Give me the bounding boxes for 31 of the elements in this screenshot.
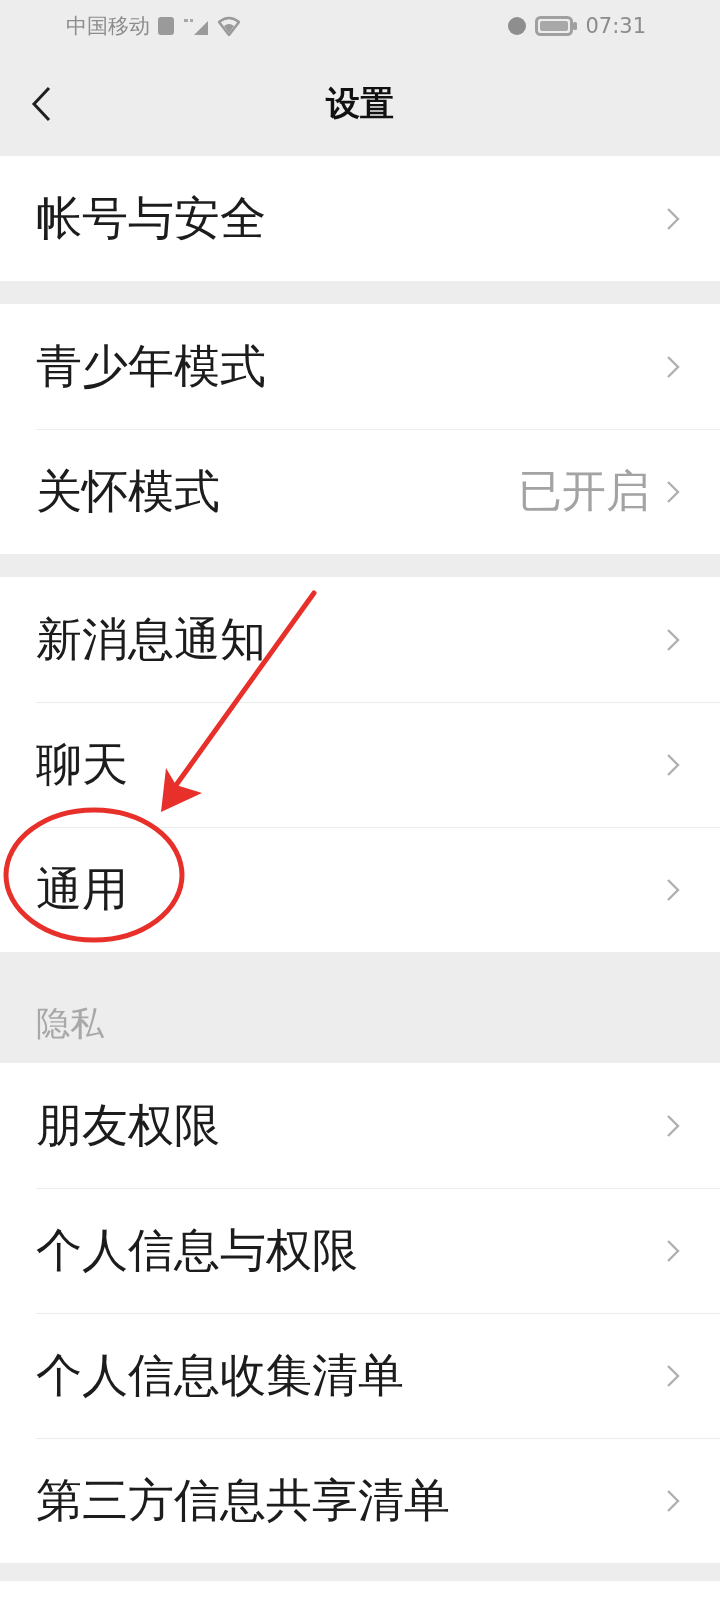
page-title: 设置 (324, 82, 395, 125)
status-dot-icon (507, 16, 528, 36)
carrier-name: 中国移动 (66, 15, 150, 37)
settings-item[interactable]: 个人信息与权限 (0, 1188, 720, 1313)
section-header: 隐私 (35, 1002, 105, 1045)
chevron-icon (666, 627, 680, 652)
settings-item[interactable]: 聊天 (0, 702, 720, 827)
chevron-icon (666, 1113, 680, 1138)
settings-item[interactable]: 关怀模式 已开启 (0, 429, 720, 554)
settings-item[interactable]: 通用 (0, 827, 720, 952)
back-icon (31, 86, 51, 122)
settings-item[interactable]: 朋友权限 (0, 1063, 720, 1188)
chevron-icon (666, 1488, 680, 1513)
settings-item[interactable]: 新消息通知 (0, 577, 720, 702)
chevron-icon (666, 752, 680, 777)
battery-icon (535, 16, 578, 36)
chevron-icon (666, 479, 680, 504)
settings-item[interactable]: 第三方信息共享清单 (0, 1438, 720, 1563)
chevron-icon (666, 1363, 680, 1388)
signal-icon (182, 17, 210, 35)
chevron-icon (666, 1238, 680, 1263)
settings-item[interactable]: 青少年模式 (0, 304, 720, 429)
settings-item[interactable]: 帐号与安全 (0, 156, 720, 281)
chevron-icon (666, 206, 680, 231)
sim-card-icon (158, 17, 174, 35)
status-value: 已开启 (518, 464, 650, 518)
settings-item[interactable]: 个人信息收集清单 (0, 1313, 720, 1438)
chevron-icon (666, 354, 680, 379)
wifi-icon (218, 16, 240, 36)
clock-time: 07:31 (585, 15, 646, 37)
chevron-icon (666, 877, 680, 902)
